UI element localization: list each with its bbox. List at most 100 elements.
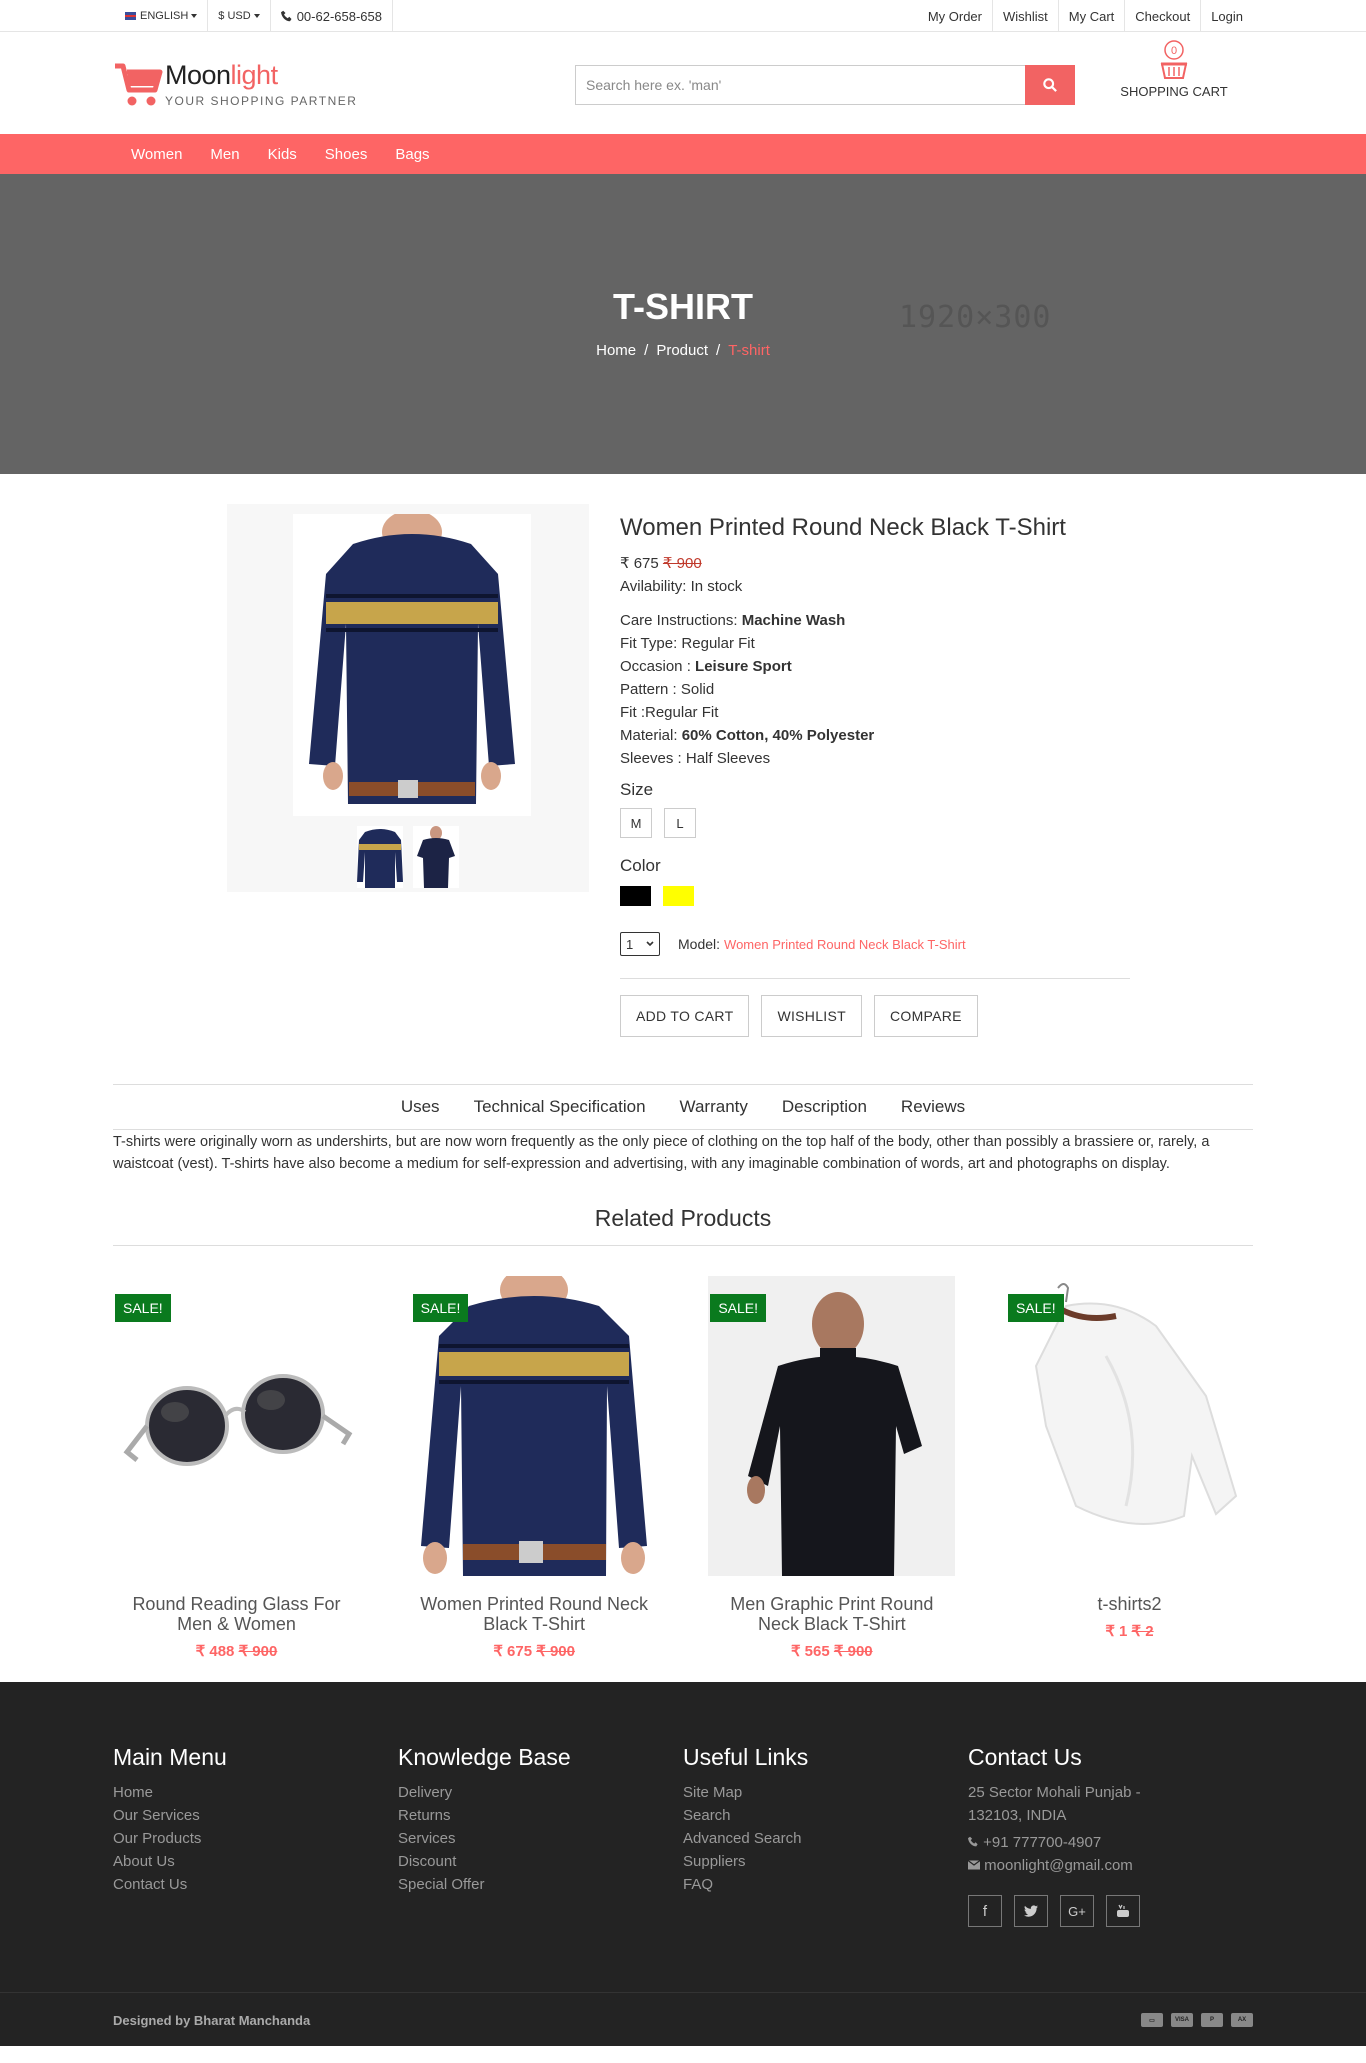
tab-technical-specification[interactable]: Technical Specification <box>474 1097 646 1117</box>
card-icon: ▭ <box>1141 2013 1163 2027</box>
language-selector[interactable]: ENGLISH <box>113 0 209 32</box>
spec-value: Half Sleeves <box>685 750 771 767</box>
product-name[interactable]: Round Reading Glass For Men & Women <box>113 1594 360 1634</box>
currency-label: $ USD <box>218 10 251 22</box>
product-thumbnail-1[interactable] <box>357 826 403 888</box>
nav-item-women[interactable]: Women <box>131 146 182 163</box>
shopping-cart[interactable]: 0 SHOPPING CART <box>1109 38 1239 99</box>
footer-link[interactable]: Returns <box>398 1804 683 1827</box>
google-plus-icon[interactable]: G+ <box>1060 1895 1094 1927</box>
footer-heading: Contact Us <box>968 1744 1082 1770</box>
model-value[interactable]: Women Printed Round Neck Black T-Shirt <box>724 937 966 952</box>
tab-warranty[interactable]: Warranty <box>680 1097 748 1117</box>
spec-label: Fit Type: <box>620 635 682 652</box>
nav-item-kids[interactable]: Kids <box>268 146 297 163</box>
product-card[interactable]: SALE! t-shirts2 ₹ 1 ₹ 2 <box>1005 1276 1253 1660</box>
current-price: ₹ 675 <box>620 555 659 572</box>
quantity-select[interactable]: 1 <box>620 932 660 956</box>
product-image-tshirt[interactable]: SALE! <box>410 1266 658 1576</box>
top-link-login[interactable]: Login <box>1201 0 1253 32</box>
product-tabs: Uses Technical Specification Warranty Descr… <box>113 1084 1253 1130</box>
footer-link[interactable]: FAQ <box>683 1873 968 1896</box>
product-thumbnail-2[interactable] <box>413 826 459 888</box>
nav-item-bags[interactable]: Bags <box>395 146 429 163</box>
spec-label: Pattern : <box>620 681 681 698</box>
color-swatch[interactable] <box>620 886 651 906</box>
product-info: Women Printed Round Neck Black T-Shirt ₹… <box>620 514 1130 1037</box>
footer-link[interactable]: Suppliers <box>683 1850 968 1873</box>
product-gallery <box>227 504 589 892</box>
spec-label: Occasion : <box>620 658 696 675</box>
tab-description[interactable]: Description <box>782 1097 867 1117</box>
product-price: ₹ 1 ₹ 2 <box>1105 1623 1154 1640</box>
search-button[interactable] <box>1025 65 1075 105</box>
logo-name: Moonlight <box>165 60 278 90</box>
spec-row: Care Instructions: Machine Wash <box>620 609 1130 632</box>
divider <box>113 1245 1253 1246</box>
product-card[interactable]: SALE! Round Reading Glass For Men & Wome… <box>113 1276 360 1660</box>
footer-link[interactable]: Discount <box>398 1850 683 1873</box>
breadcrumb-home[interactable]: Home <box>596 342 636 359</box>
spec-label: Sleeves : <box>620 750 686 767</box>
footer-link[interactable]: Advanced Search <box>683 1827 968 1850</box>
footer-link[interactable]: Special Offer <box>398 1873 683 1896</box>
nav-item-shoes[interactable]: Shoes <box>325 146 368 163</box>
product-name[interactable]: Women Printed Round Neck Black T-Shirt <box>411 1594 658 1634</box>
contact-email[interactable]: moonlight@gmail.com <box>967 1854 1253 1877</box>
logo[interactable]: Moonlight YOUR SHOPPING PARTNER <box>113 60 357 108</box>
product-main-image[interactable] <box>293 510 531 816</box>
footer-link[interactable]: Our Products <box>113 1827 398 1850</box>
product-image-glasses[interactable]: SALE! <box>113 1276 360 1576</box>
tab-reviews[interactable]: Reviews <box>901 1097 965 1117</box>
footer-heading: Knowledge Base <box>398 1744 571 1770</box>
top-link-checkout[interactable]: Checkout <box>1125 0 1202 32</box>
wishlist-button[interactable]: WISHLIST <box>761 995 862 1037</box>
product-name[interactable]: Men Graphic Print Round Neck Black T-Shi… <box>708 1594 955 1634</box>
product-price: ₹ 488 ₹ 900 <box>195 1643 278 1660</box>
spec-value: Regular Fit <box>681 635 755 652</box>
compare-button[interactable]: COMPARE <box>873 995 978 1037</box>
cart-label: SHOPPING CART <box>1120 84 1228 99</box>
top-link-my-cart[interactable]: My Cart <box>1059 0 1126 32</box>
breadcrumb-product[interactable]: Product <box>656 342 708 359</box>
site-footer: Main Menu Home Our Services Our Products Abo… <box>0 1682 1366 2046</box>
footer-link[interactable]: About Us <box>113 1850 398 1873</box>
related-products-title: Related Products <box>594 1205 772 1231</box>
product-price: ₹ 675 ₹ 900 <box>493 1643 575 1660</box>
footer-link[interactable]: Home <box>113 1781 398 1804</box>
product-image-polo[interactable]: SALE! <box>708 1276 956 1576</box>
product-image-white-shirt[interactable]: SALE! <box>1005 1276 1253 1576</box>
product-card[interactable]: SALE! Men Graphic Print Round Neck Black… <box>708 1276 956 1660</box>
facebook-icon[interactable]: f <box>968 1895 1002 1927</box>
nav-item-men[interactable]: Men <box>210 146 239 163</box>
currency-selector[interactable]: $ USD <box>208 0 271 32</box>
footer-link[interactable]: Services <box>398 1827 683 1850</box>
visa-icon: VISA <box>1171 2013 1193 2027</box>
page-title: T-SHIRT <box>613 286 753 327</box>
footer-column: Knowledge Base Delivery Returns Services Dis… <box>398 1744 683 1992</box>
top-link-wishlist[interactable]: Wishlist <box>993 0 1059 32</box>
size-option-l[interactable]: L <box>664 808 696 838</box>
spec-row: Fit Type: Regular Fit <box>620 632 1130 655</box>
add-to-cart-button[interactable]: ADD TO CART <box>620 995 750 1037</box>
search-input[interactable] <box>575 65 1025 105</box>
twitter-icon[interactable] <box>1014 1895 1048 1927</box>
size-label: Size <box>620 780 654 799</box>
size-option-m[interactable]: M <box>620 808 652 838</box>
product-card[interactable]: SALE! Women Printed Round Neck Black T-S… <box>410 1266 658 1660</box>
tab-uses[interactable]: Uses <box>401 1097 440 1117</box>
caret-down-icon <box>191 14 198 18</box>
footer-link[interactable]: Search <box>683 1804 968 1827</box>
product-name[interactable]: t-shirts2 <box>1006 1594 1253 1614</box>
youtube-icon[interactable] <box>1106 1895 1140 1927</box>
top-link-my-order[interactable]: My Order <box>918 0 993 32</box>
footer-column: Useful Links Site Map Search Advanced Searc… <box>683 1744 968 1992</box>
color-swatch[interactable] <box>663 886 694 906</box>
caret-down-icon <box>253 14 260 18</box>
product-detail: Women Printed Round Neck Black T-Shirt ₹… <box>0 474 1366 1084</box>
footer-link[interactable]: Contact Us <box>113 1873 398 1896</box>
phone-icon <box>280 10 292 22</box>
footer-link[interactable]: Our Services <box>113 1804 398 1827</box>
footer-link[interactable]: Site Map <box>683 1781 968 1804</box>
footer-link[interactable]: Delivery <box>398 1781 683 1804</box>
